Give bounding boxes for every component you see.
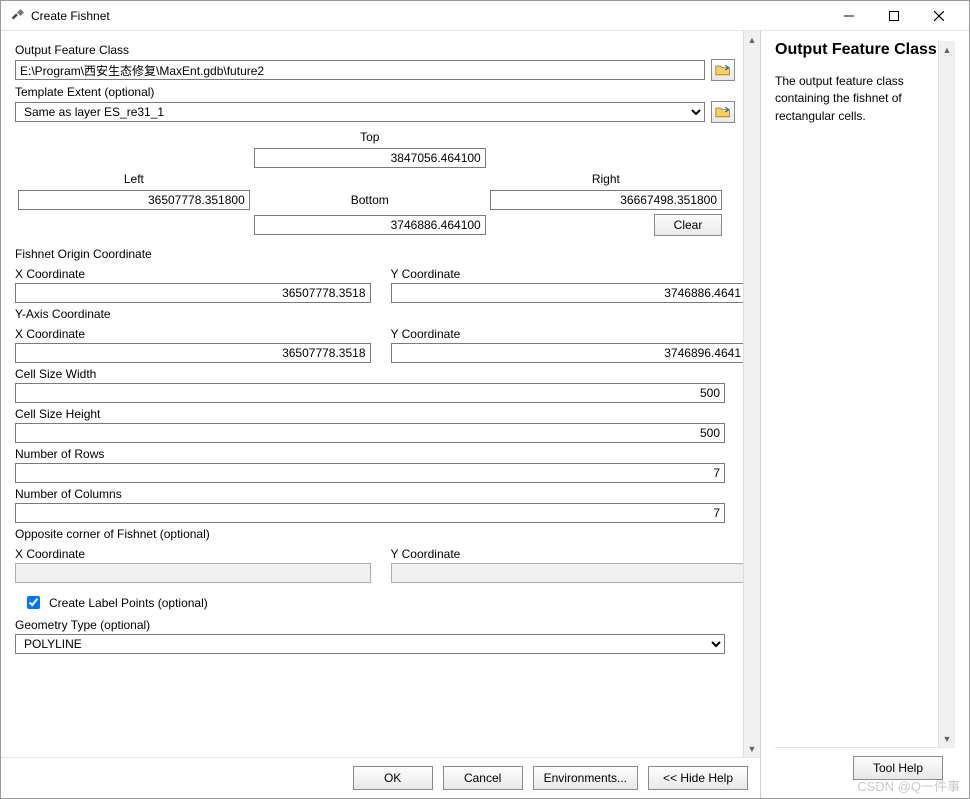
output-fc-label: Output Feature Class bbox=[15, 43, 746, 57]
tool-dialog-window: Create Fishnet Output Feature Class bbox=[0, 0, 970, 799]
num-rows-label: Number of Rows bbox=[15, 447, 746, 461]
num-cols-label: Number of Columns bbox=[15, 487, 746, 501]
help-panel: Output Feature Class The output feature … bbox=[761, 31, 969, 798]
yaxis-coord-label: Y-Axis Coordinate bbox=[15, 307, 746, 321]
opp-x-input[interactable] bbox=[15, 563, 371, 583]
right-label: Right bbox=[592, 172, 620, 186]
scroll-up-icon[interactable]: ▲ bbox=[744, 31, 761, 48]
extent-right-input[interactable] bbox=[490, 190, 722, 210]
scroll-up-icon[interactable]: ▲ bbox=[939, 41, 956, 58]
extent-left-input[interactable] bbox=[18, 190, 250, 210]
create-labels-label: Create Label Points (optional) bbox=[49, 596, 208, 610]
cancel-button[interactable]: Cancel bbox=[443, 766, 523, 790]
hide-help-button[interactable]: << Hide Help bbox=[648, 766, 748, 790]
cell-height-label: Cell Size Height bbox=[15, 407, 746, 421]
top-label: Top bbox=[360, 130, 379, 144]
create-labels-checkbox[interactable] bbox=[27, 596, 40, 609]
opp-corner-label: Opposite corner of Fishnet (optional) bbox=[15, 527, 746, 541]
ok-button[interactable]: OK bbox=[353, 766, 433, 790]
main-panel: Output Feature Class Template Extent (op… bbox=[1, 31, 761, 798]
window-controls bbox=[826, 2, 961, 30]
template-extent-select[interactable]: Same as layer ES_re31_1 bbox=[15, 102, 705, 122]
origin-x-input[interactable] bbox=[15, 283, 371, 303]
geometry-type-select[interactable]: POLYLINE bbox=[15, 634, 725, 654]
num-cols-input[interactable] bbox=[15, 503, 725, 523]
content-area: Output Feature Class Template Extent (op… bbox=[1, 31, 969, 798]
dialog-button-row: OK Cancel Environments... << Hide Help bbox=[1, 757, 760, 798]
folder-open-icon bbox=[715, 63, 731, 77]
fishnet-origin-label: Fishnet Origin Coordinate bbox=[15, 247, 746, 261]
help-body: The output feature class containing the … bbox=[775, 73, 955, 125]
hammer-icon bbox=[9, 8, 25, 24]
cell-height-input[interactable] bbox=[15, 423, 725, 443]
environments-button[interactable]: Environments... bbox=[533, 766, 638, 790]
yaxis-y-input[interactable] bbox=[391, 343, 747, 363]
main-scrollbar[interactable]: ▲ ▼ bbox=[743, 31, 760, 757]
tool-help-button[interactable]: Tool Help bbox=[853, 756, 943, 780]
template-extent-label: Template Extent (optional) bbox=[15, 85, 746, 99]
opp-y-input[interactable] bbox=[391, 563, 747, 583]
extent-top-input[interactable] bbox=[254, 148, 486, 168]
opp-x-label: X Coordinate bbox=[15, 547, 371, 561]
yaxis-x-input[interactable] bbox=[15, 343, 371, 363]
scroll-down-icon[interactable]: ▼ bbox=[939, 730, 956, 747]
help-title: Output Feature Class bbox=[775, 41, 955, 59]
yaxis-y-label: Y Coordinate bbox=[391, 327, 747, 341]
cell-width-input[interactable] bbox=[15, 383, 725, 403]
origin-x-label: X Coordinate bbox=[15, 267, 371, 281]
geometry-type-label: Geometry Type (optional) bbox=[15, 618, 746, 632]
cell-width-label: Cell Size Width bbox=[15, 367, 746, 381]
window-title: Create Fishnet bbox=[31, 9, 826, 23]
opp-y-label: Y Coordinate bbox=[391, 547, 747, 561]
folder-open-icon bbox=[715, 105, 731, 119]
browse-output-button[interactable] bbox=[711, 59, 735, 81]
left-label: Left bbox=[124, 172, 144, 186]
yaxis-x-label: X Coordinate bbox=[15, 327, 371, 341]
minimize-button[interactable] bbox=[826, 2, 871, 30]
num-rows-input[interactable] bbox=[15, 463, 725, 483]
origin-y-input[interactable] bbox=[391, 283, 747, 303]
extent-grid: Top Left Right bbox=[15, 127, 725, 239]
scroll-down-icon[interactable]: ▼ bbox=[744, 740, 761, 757]
maximize-button[interactable] bbox=[871, 2, 916, 30]
origin-y-label: Y Coordinate bbox=[391, 267, 747, 281]
titlebar: Create Fishnet bbox=[1, 1, 969, 31]
clear-extent-button[interactable]: Clear bbox=[654, 214, 722, 236]
help-scrollbar[interactable]: ▲ ▼ bbox=[938, 41, 955, 747]
browse-extent-button[interactable] bbox=[711, 101, 735, 123]
output-fc-input[interactable] bbox=[15, 60, 705, 80]
extent-bottom-input[interactable] bbox=[254, 215, 486, 235]
close-button[interactable] bbox=[916, 2, 961, 30]
form-area: Output Feature Class Template Extent (op… bbox=[1, 31, 760, 757]
bottom-label: Bottom bbox=[351, 193, 389, 207]
